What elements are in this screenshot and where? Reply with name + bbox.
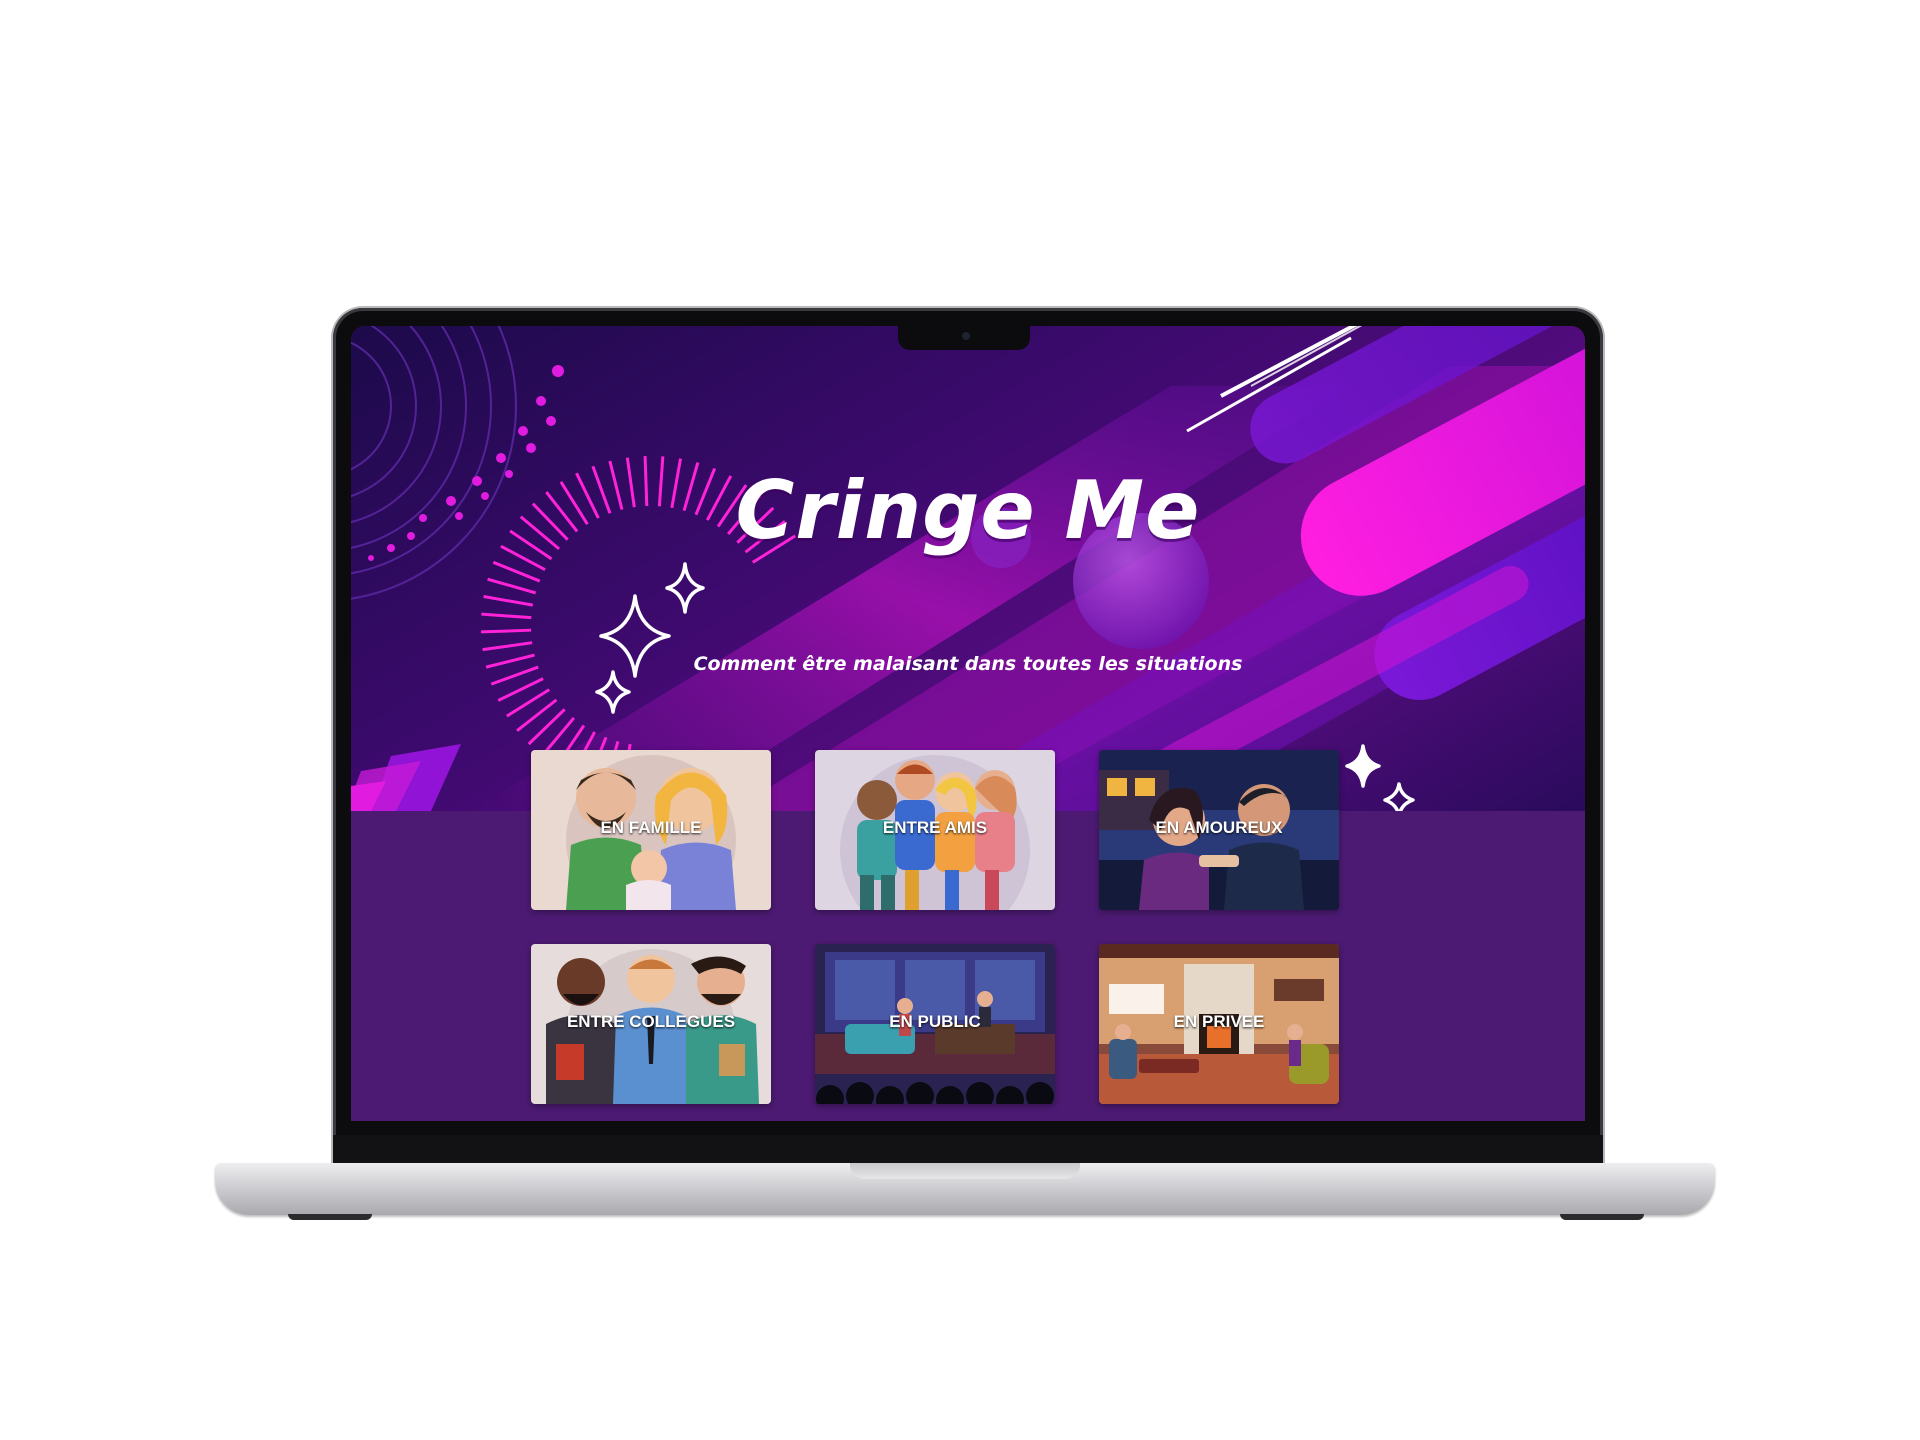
sunburst-ray	[481, 612, 532, 620]
site-subtitle: Comment être malaisant dans toutes les s…	[693, 653, 1243, 675]
laptop-foot-left	[288, 1214, 372, 1220]
category-card-privee[interactable]: EN PRIVEE	[1099, 944, 1339, 1104]
hero-banner: Cringe Me Comment être malaisant dans to…	[351, 326, 1585, 811]
sunburst-ray	[487, 577, 537, 595]
site-title: Cringe Me	[735, 464, 1201, 557]
category-label: EN AMOUREUX	[1155, 818, 1283, 837]
screen: Cringe Me Comment être malaisant dans to…	[351, 326, 1585, 1121]
category-card-amis[interactable]: ENTRE AMIS	[815, 750, 1055, 910]
sunburst-ray	[492, 560, 541, 583]
category-card-famille[interactable]: EN FAMILLE	[531, 750, 771, 910]
sunburst-ray	[527, 708, 566, 746]
category-card-public[interactable]: EN PUBLIC	[815, 944, 1055, 1104]
category-label: ENTRE COLLEGUES	[566, 1012, 736, 1031]
sunburst-ray	[481, 628, 532, 634]
category-card-amoureux[interactable]: EN AMOUREUX	[1099, 750, 1339, 910]
hero-background-art	[351, 326, 1585, 811]
laptop-bezel-bottom	[333, 1135, 1603, 1164]
category-label: EN PUBLIC	[889, 1012, 981, 1031]
camera-icon	[962, 332, 970, 340]
trackpad-lip	[850, 1163, 1080, 1179]
category-label: ENTRE AMIS	[882, 818, 988, 837]
laptop-mockup: Cringe Me Comment être malaisant dans to…	[0, 0, 1920, 1440]
sunburst-ray	[482, 641, 533, 652]
category-label: EN FAMILLE	[600, 818, 702, 837]
category-card-collegues[interactable]: ENTRE COLLEGUES	[531, 944, 771, 1104]
category-label: EN PRIVEE	[1173, 1012, 1265, 1031]
laptop-foot-right	[1560, 1214, 1644, 1220]
sunburst-ray	[483, 595, 534, 607]
